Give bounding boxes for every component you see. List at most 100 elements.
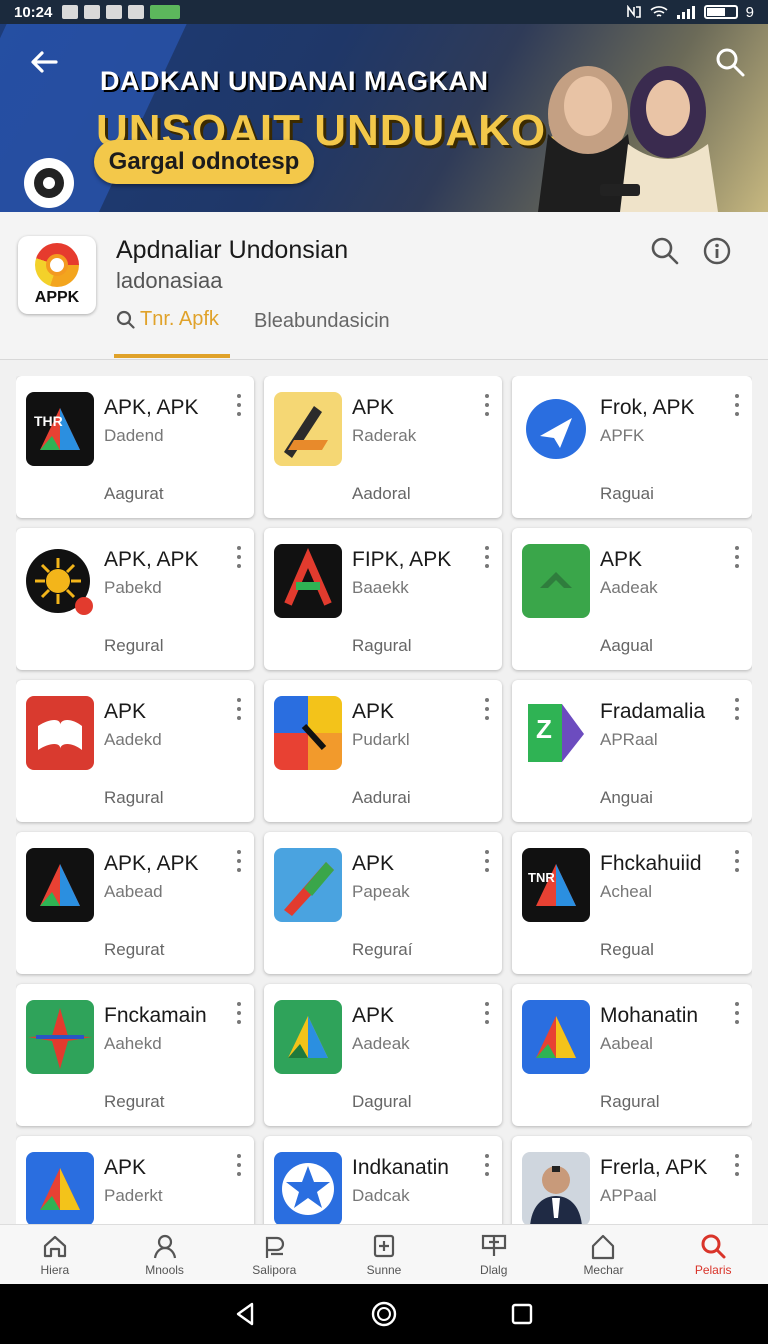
app-card[interactable]: Fnckamain Aahekd Regurat [16, 984, 254, 1126]
app-card[interactable]: APK Aadeak Aagual [512, 528, 752, 670]
app-card-subtitle: Dadend [104, 426, 164, 445]
more-options-icon[interactable] [236, 698, 242, 720]
more-options-icon[interactable] [734, 698, 740, 720]
app-card-title: Frerla, APK [600, 1156, 708, 1179]
more-options-icon[interactable] [236, 1002, 242, 1024]
app-card-title: APK, APK [104, 548, 199, 571]
more-options-icon[interactable] [484, 546, 490, 568]
wifi-icon [650, 6, 668, 17]
app-card[interactable]: APK Papeak Reguraí [264, 832, 502, 974]
home-icon [43, 1235, 66, 1258]
more-options-icon[interactable] [484, 394, 490, 416]
more-options-icon[interactable] [734, 850, 740, 872]
more-options-icon[interactable] [484, 850, 490, 872]
info-icon[interactable] [702, 236, 732, 266]
app-card-category: Aagual [600, 636, 653, 655]
more-options-icon[interactable] [734, 1002, 740, 1024]
app-card-title: APK [352, 1004, 395, 1027]
app-card[interactable]: APK Aadekd Ragural [16, 680, 254, 822]
plus-box-icon [373, 1234, 395, 1258]
app-card-category: Raguai [600, 484, 654, 503]
tab-search-icon [116, 310, 135, 329]
more-options-icon[interactable] [734, 546, 740, 568]
nav-item-search[interactable]: Pelaris [658, 1225, 768, 1284]
nav-item-grid[interactable]: Dlalg [439, 1225, 549, 1284]
app-card[interactable]: Z Fradamalia APRaal Anguai [512, 680, 752, 822]
app-card-subtitle: Aadeak [352, 1034, 410, 1053]
app-card[interactable]: APK Aadeak Dagural [264, 984, 502, 1126]
app-card[interactable]: Frok, APK APFK Raguai [512, 376, 752, 518]
nav-item-person[interactable]: Mnools [110, 1225, 220, 1284]
sun-icon [26, 544, 94, 618]
app-card[interactable]: Mohanatin Aabeal Ragural [512, 984, 752, 1126]
banner-cta-button[interactable]: Gargal odnotesp [94, 140, 314, 184]
nav-item-money[interactable]: Salipora [219, 1225, 329, 1284]
nav-item-plus-box[interactable]: Sunne [329, 1225, 439, 1284]
app-card[interactable]: APK Pudarkl Aadurai [264, 680, 502, 822]
green-drive-icon [274, 1000, 342, 1074]
status-right: 9 [626, 4, 754, 21]
more-options-icon[interactable] [236, 1154, 242, 1176]
svg-text:Z: Z [536, 714, 552, 744]
app-card-category: Regual [600, 940, 654, 959]
app-card-title: APK [104, 1156, 147, 1179]
app-card[interactable]: THR APK, APK Dadend Aagurat [16, 376, 254, 518]
more-options-icon[interactable] [734, 394, 740, 416]
app-card-category: Aadoral [352, 484, 411, 503]
nav-item-home[interactable]: Hiera [0, 1225, 110, 1284]
tab-apps[interactable]: Tnr. Apfk [116, 308, 219, 331]
drive-blue-icon [26, 1152, 94, 1224]
notification-send-icon [106, 5, 123, 19]
app-card-category: Regurat [104, 940, 165, 959]
app-card-subtitle: Papeak [352, 882, 410, 901]
app-icon: APPK [18, 236, 96, 314]
app-card[interactable]: TNR Fhckahuiid Acheal Regual [512, 832, 752, 974]
app-card[interactable]: FIPK, APK Baaekk Ragural [264, 528, 502, 670]
app-card[interactable]: APK Paderkt [16, 1136, 254, 1224]
app-card-subtitle: Acheal [600, 882, 652, 901]
app-card-category: Aagurat [104, 484, 164, 503]
back-arrow-icon[interactable] [28, 46, 60, 78]
green-z-icon: Z [522, 696, 590, 770]
more-options-icon[interactable] [484, 1154, 490, 1176]
banner-search-icon[interactable] [714, 46, 746, 78]
app-card[interactable]: APK, APK Aabead Regurat [16, 832, 254, 974]
app-card-category: Anguai [600, 788, 653, 807]
app-card-category: Ragural [352, 636, 412, 655]
status-time: 10:24 [14, 3, 53, 21]
tab-secondary[interactable]: Bleabundasicin [254, 310, 390, 333]
system-recents-icon[interactable] [508, 1300, 536, 1328]
app-card[interactable]: Frerla, APK APPaal [512, 1136, 752, 1224]
nav-item-house[interactable]: Mechar [549, 1225, 659, 1284]
nav-item-label: Dlalg [480, 1263, 508, 1277]
search-icon[interactable] [650, 236, 680, 266]
more-options-icon[interactable] [734, 1154, 740, 1176]
more-options-icon[interactable] [484, 698, 490, 720]
app-card-category: Aadurai [352, 788, 411, 807]
promo-banner[interactable]: DADKAN UNDANAI MAGKAN UNSOAIT UNDUAKOSI … [0, 24, 768, 212]
app-card-category: Regural [104, 636, 164, 655]
signal-icon [676, 6, 695, 19]
more-options-icon[interactable] [236, 850, 242, 872]
app-card-title: APK [104, 700, 147, 723]
battery-level: 9 [745, 3, 754, 21]
system-home-icon[interactable] [370, 1300, 398, 1328]
app-card-title: Frok, APK [600, 396, 695, 419]
app-card[interactable]: APK Raderak Aadoral [264, 376, 502, 518]
app-header: APPK Apdnaliar Undonsian ladonasiaa Tnr.… [0, 212, 768, 360]
app-card-title: Indkanatin [352, 1156, 449, 1179]
blue-plane-icon [522, 392, 590, 466]
svg-text:TNR: TNR [528, 870, 555, 885]
app-card-subtitle: APRaal [600, 730, 658, 749]
app-card-subtitle: Pudarkl [352, 730, 410, 749]
more-options-icon[interactable] [236, 394, 242, 416]
more-options-icon[interactable] [236, 546, 242, 568]
more-options-icon[interactable] [484, 1002, 490, 1024]
app-card-subtitle: Aabeal [600, 1034, 653, 1053]
nav-item-label: Mnools [145, 1263, 184, 1277]
money-icon [266, 1236, 285, 1258]
banner-title-line1: DADKAN UNDANAI MAGKAN [100, 66, 489, 96]
app-card[interactable]: Indkanatin Dadcak [264, 1136, 502, 1224]
system-back-icon[interactable] [232, 1300, 260, 1328]
app-card[interactable]: APK, APK Pabekd Regural [16, 528, 254, 670]
